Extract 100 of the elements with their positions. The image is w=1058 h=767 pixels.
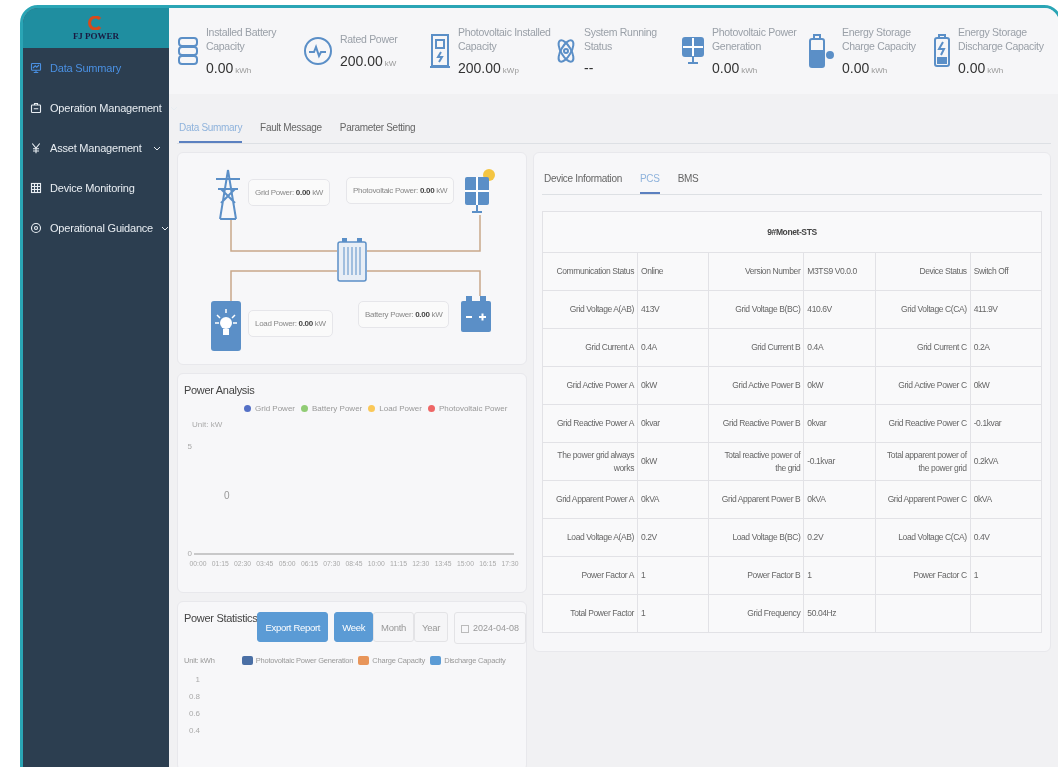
date-field[interactable]: 2024-04-08 xyxy=(454,612,527,644)
chart-title: Power Analysis xyxy=(184,384,256,396)
field-label: Load Voltage B(BC) xyxy=(708,518,804,557)
tab[interactable]: BMS xyxy=(677,165,699,194)
field-value: 1 xyxy=(970,556,1042,595)
legend-label: Photovoltaic Power xyxy=(438,404,508,413)
field-value: 0kVA xyxy=(803,480,876,519)
field-value: 0.2V xyxy=(637,518,709,557)
field-label: Grid Voltage A(AB) xyxy=(542,290,638,329)
field-label: Power Factor C xyxy=(875,556,971,595)
stat-title: Energy Storage Discharge Capacity xyxy=(958,26,1045,54)
stat-unit: kWh xyxy=(235,65,252,75)
legend-label: Grid Power xyxy=(255,404,295,413)
stat-unit: kW xyxy=(384,58,397,68)
menu-item-icon xyxy=(30,62,42,74)
battery-stack-icon xyxy=(177,36,199,66)
menu-item-icon xyxy=(30,102,42,114)
sidebar-item[interactable]: Device Monitoring xyxy=(23,168,169,208)
tab[interactable]: Device Information xyxy=(544,165,622,194)
period-tab[interactable]: Week xyxy=(334,612,374,642)
inverter-icon xyxy=(337,238,367,282)
solar-panel-icon xyxy=(681,36,705,66)
field-label: Grid Current B xyxy=(708,328,804,367)
field-value: 1 xyxy=(637,556,709,595)
stat-title: Photovoltaic Power Generation xyxy=(712,26,798,54)
field-value: 0kW xyxy=(637,366,709,405)
brand-name: FJ POWER xyxy=(72,30,120,41)
field-label: Grid Current A xyxy=(542,328,638,367)
axis-label: 0.4 xyxy=(188,726,200,735)
light-bulb-icon xyxy=(211,301,241,351)
field-label: Grid Reactive Power A xyxy=(542,404,638,443)
pulse-icon xyxy=(303,36,333,66)
atom-icon xyxy=(555,37,577,65)
field-label: Grid Apparent Power A xyxy=(542,480,638,519)
field-value: 0kW xyxy=(637,442,709,481)
field-value: -0.1kvar xyxy=(803,442,876,481)
field-label: Communication Status xyxy=(542,252,638,291)
power-reading: Load Power: 0.00 kW xyxy=(248,310,333,337)
stat-value: 0.00 xyxy=(206,59,234,76)
stat-value: 0.00 xyxy=(842,59,870,76)
stat-unit: kWh xyxy=(987,65,1004,75)
power-reading: Photovoltaic Power: 0.00 kW xyxy=(346,177,455,204)
field-value: 0kW xyxy=(970,366,1042,405)
field-value: Online xyxy=(637,252,709,291)
field-value: 0.2V xyxy=(803,518,876,557)
legend-label: Battery Power xyxy=(312,404,363,413)
field-label: Grid Active Power C xyxy=(875,366,971,405)
logo-icon xyxy=(88,15,104,30)
field-value: 0kvar xyxy=(637,404,709,443)
stat-title: Rated Power xyxy=(340,33,398,47)
period-tab[interactable]: Year xyxy=(414,612,448,642)
power-reading: Grid Power: 0.00 kW xyxy=(248,179,331,206)
menu-item-icon xyxy=(30,142,42,154)
field-value: 1 xyxy=(637,594,709,633)
field-label: Grid Voltage C(CA) xyxy=(875,290,971,329)
field-value: 0kVA xyxy=(637,480,709,519)
stat-title: System Running Status xyxy=(584,26,658,54)
axis-unit: Unit: kW xyxy=(192,420,223,429)
field-value: Switch Off xyxy=(970,252,1042,291)
field-label: Grid Active Power B xyxy=(708,366,804,405)
tab[interactable]: Fault Message xyxy=(260,114,322,143)
field-label: The power grid always works xyxy=(542,442,638,481)
field-label: Grid Reactive Power C xyxy=(875,404,971,443)
tab[interactable]: Parameter Setting xyxy=(339,114,416,143)
field-value: 413V xyxy=(637,290,709,329)
pv-cabinet-icon xyxy=(429,33,451,69)
field-label: Grid Active Power A xyxy=(542,366,638,405)
field-label: Grid Frequency xyxy=(708,594,804,633)
field-value: 0.4A xyxy=(803,328,876,367)
field-label: Grid Apparent Power C xyxy=(875,480,971,519)
menu-item-icon xyxy=(30,182,42,194)
stat-title: Energy Storage Charge Capacity xyxy=(842,26,917,54)
stat-unit: kWh xyxy=(741,65,758,75)
legend-label: Load Power xyxy=(379,404,422,413)
stat-value: 200.00 xyxy=(340,52,383,69)
field-label: Power Factor A xyxy=(542,556,638,595)
field-label: Version Number xyxy=(708,252,804,291)
stat-unit: kWh xyxy=(871,65,888,75)
sidebar-item[interactable]: Operational Guidance xyxy=(23,208,169,248)
field-value: 0.4V xyxy=(970,518,1042,557)
sidebar-item[interactable]: Operation Management xyxy=(23,88,169,128)
export-report-button[interactable]: Export Report xyxy=(257,612,329,642)
field-label: Power Factor B xyxy=(708,556,804,595)
field-label: Total apparent power of the power grid xyxy=(875,442,971,481)
calendar-icon xyxy=(461,623,469,633)
stat-value: 0.00 xyxy=(712,59,740,76)
stat-value: 0.00 xyxy=(958,59,986,76)
sidebar-item[interactable]: Asset Management xyxy=(23,128,169,168)
axis-label: 0.8 xyxy=(188,692,200,701)
y-tick-label: 5 xyxy=(187,442,192,452)
field-label: Grid Voltage B(BC) xyxy=(708,290,804,329)
field-label: Grid Current C xyxy=(875,328,971,367)
solar-panel-icon xyxy=(463,167,497,213)
stat-value: -- xyxy=(584,59,594,76)
sidebar-item[interactable]: Data Summary xyxy=(23,48,169,88)
field-label: Device Status xyxy=(875,252,971,291)
axis-label: 1 xyxy=(195,675,200,684)
field-value: M3TS9 V0.0.0 xyxy=(803,252,876,291)
power-tower-icon xyxy=(214,169,242,221)
field-value: 50.04Hz xyxy=(803,594,876,633)
